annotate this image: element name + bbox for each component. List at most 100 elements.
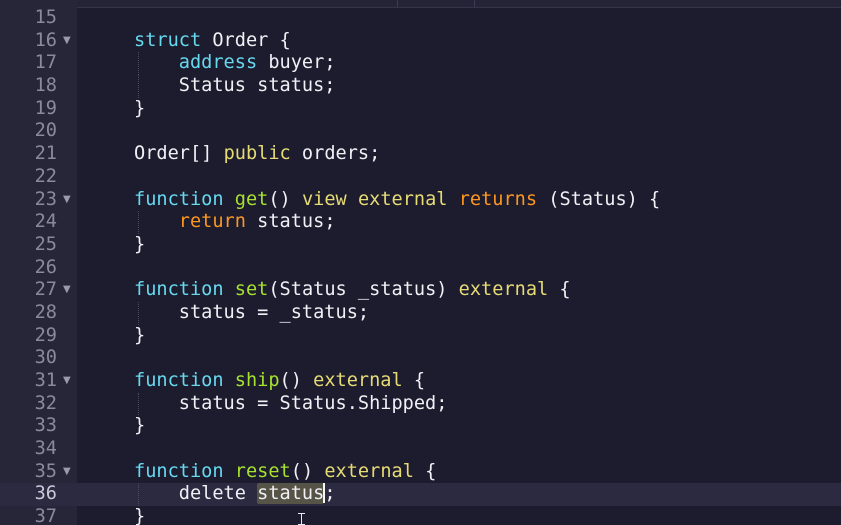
code-line[interactable]: 36 delete status; — [0, 483, 841, 507]
code-text[interactable]: Order[] public orders; — [134, 143, 380, 166]
code-token: { — [402, 370, 426, 391]
fold-arrow-icon[interactable]: ▼ — [63, 189, 71, 212]
code-token: external — [458, 279, 549, 301]
code-token: ; — [324, 483, 336, 505]
code-text[interactable]: } — [134, 98, 145, 121]
code-token: delete — [134, 483, 258, 505]
code-line[interactable]: 31 ▼ function ship() external { — [0, 370, 841, 393]
line-number: 24 — [34, 211, 57, 233]
code-token: buyer; — [257, 52, 336, 74]
code-token: status — [257, 483, 325, 505]
line-number: 37 — [34, 506, 57, 525]
code-line[interactable]: 17 address buyer; — [0, 52, 841, 76]
code-token: address — [178, 52, 258, 74]
code-token: Order[] — [134, 143, 224, 165]
code-text[interactable]: } — [134, 506, 145, 525]
code-text[interactable]: address buyer; — [134, 52, 336, 75]
code-token: (Status) { — [537, 188, 661, 210]
line-number: 19 — [34, 97, 57, 119]
code-token: status = _status; — [134, 301, 370, 323]
code-line[interactable]: 19} — [0, 98, 841, 121]
code-token: { — [413, 460, 437, 482]
code-token: function — [134, 460, 224, 482]
code-token: Order { — [201, 29, 291, 51]
line-number: 31 — [34, 370, 57, 391]
line-number: 34 — [34, 438, 57, 460]
fold-arrow-icon[interactable]: ▼ — [63, 370, 71, 393]
code-text[interactable]: } — [134, 234, 145, 257]
code-line[interactable]: 25} — [0, 234, 841, 257]
code-text[interactable]: } — [134, 325, 145, 348]
line-number: 25 — [34, 233, 57, 255]
code-text[interactable]: function ship() external { — [134, 370, 425, 393]
code-token: } — [134, 97, 146, 119]
fold-arrow-icon[interactable]: ▼ — [63, 279, 71, 302]
fold-arrow-icon[interactable]: ▼ — [63, 461, 71, 484]
code-line[interactable]: 30 — [0, 347, 841, 370]
code-token: (Status _status) — [268, 279, 459, 301]
code-text[interactable]: } — [134, 415, 145, 438]
line-number: 15 — [34, 7, 57, 28]
code-line[interactable]: 27 ▼ function set(Status _status) external… — [0, 279, 841, 302]
code-text[interactable]: status = _status; — [134, 302, 369, 325]
code-editor[interactable]: 15 16 ▼ struct Order {17 address buyer; 18 S… — [0, 0, 841, 525]
code-line[interactable]: 35 ▼ function reset() external { — [0, 461, 841, 484]
line-number: 30 — [34, 347, 57, 369]
line-number: 35 — [34, 460, 57, 482]
code-token: { — [548, 279, 571, 301]
code-text[interactable]: function set(Status _status) external { — [134, 279, 571, 302]
line-number: 26 — [34, 256, 57, 278]
code-text[interactable]: status = Status.Shipped; — [134, 392, 448, 416]
code-line[interactable]: 28 status = _status; — [0, 301, 841, 325]
code-line[interactable]: 37} — [0, 506, 841, 525]
code-text[interactable]: Status status; — [134, 75, 336, 98]
line-number: 17 — [34, 52, 57, 74]
line-number: 36 — [34, 483, 57, 505]
code-token: function — [134, 279, 224, 301]
code-text[interactable]: return status; — [134, 211, 336, 234]
code-line[interactable]: 32 status = Status.Shipped; — [0, 392, 841, 416]
code-token: set — [234, 279, 269, 301]
code-line[interactable]: 18 Status status; — [0, 75, 841, 98]
fold-arrow-icon[interactable]: ▼ — [63, 30, 71, 53]
code-token: struct — [134, 29, 202, 51]
code-line[interactable]: 24 return status; — [0, 211, 841, 234]
code-text[interactable]: function get() view external returns (St… — [134, 189, 660, 212]
code-line[interactable]: 29} — [0, 325, 841, 348]
code-line[interactable]: 16 ▼ struct Order { — [0, 30, 841, 53]
code-line[interactable]: 21 Order[] public orders; — [0, 143, 841, 166]
code-token: () — [290, 460, 325, 482]
code-token: return — [178, 211, 246, 233]
code-token: returns — [458, 188, 538, 210]
line-number: 16 — [34, 29, 57, 51]
code-token: reset — [234, 460, 291, 482]
code-line[interactable]: 33} — [0, 415, 841, 438]
code-token: status; — [245, 211, 336, 233]
code-line[interactable]: 34 — [0, 438, 841, 461]
code-text[interactable]: function reset() external { — [134, 461, 436, 484]
line-number: 18 — [34, 75, 57, 97]
code-token: () — [279, 370, 314, 391]
line-number: 29 — [34, 324, 57, 346]
code-token: status = Status.Shipped; — [134, 392, 448, 414]
code-token: Status status; — [134, 75, 336, 97]
code-line[interactable]: 22 — [0, 166, 841, 189]
code-line[interactable]: 20 — [0, 120, 841, 143]
line-number: 21 — [34, 143, 57, 165]
code-token: external — [313, 370, 403, 391]
code-line[interactable]: 15 — [0, 7, 841, 30]
line-number: 23 — [34, 188, 57, 210]
code-text[interactable]: struct Order { — [134, 30, 291, 53]
code-text[interactable]: delete status; — [134, 483, 336, 506]
code-token: external — [357, 188, 448, 210]
code-line[interactable]: 26 — [0, 257, 841, 280]
code-line[interactable]: 23 ▼ function get() view external returns … — [0, 189, 841, 212]
code-token: } — [134, 506, 146, 525]
code-lines[interactable]: 15 16 ▼ struct Order {17 address buyer; 18 S… — [0, 7, 841, 525]
code-token: external — [324, 460, 414, 482]
code-token: } — [134, 324, 146, 346]
code-token: } — [134, 233, 146, 255]
